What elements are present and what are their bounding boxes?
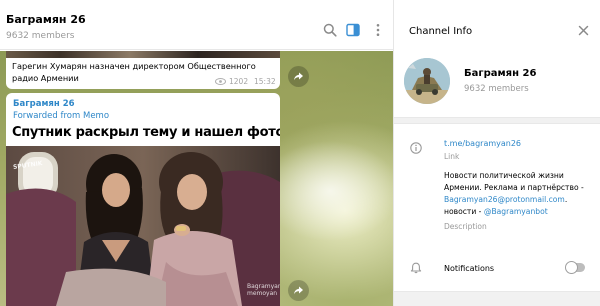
description-text: Новости политической жизни Армении. Рекл… bbox=[444, 171, 584, 192]
channel-link[interactable]: t.me/bagramyan26 bbox=[444, 139, 521, 148]
telegram-window: Баграмян 26 9632 members Гарегин Хумарян… bbox=[0, 0, 600, 306]
panel-title: Channel Info bbox=[409, 26, 473, 37]
section-divider bbox=[394, 117, 600, 124]
bell-icon bbox=[410, 262, 422, 274]
share-icon bbox=[294, 72, 303, 81]
channel-name: Баграмян 26 bbox=[464, 68, 537, 79]
share-button[interactable] bbox=[288, 280, 309, 301]
notifications-label: Notifications bbox=[444, 264, 495, 273]
message-time: 15:32 bbox=[254, 77, 276, 86]
link-label: Link bbox=[444, 152, 460, 161]
message-photo[interactable]: Спутник раскрыл тему и нашел фото SPUTNI… bbox=[6, 122, 280, 306]
share-button[interactable] bbox=[288, 66, 309, 87]
description-email-link[interactable]: Bagramyan26@protonmail.com bbox=[444, 195, 565, 204]
toggle-knob bbox=[565, 261, 578, 274]
close-icon[interactable] bbox=[578, 25, 589, 36]
more-vertical-icon[interactable] bbox=[371, 23, 385, 37]
notifications-toggle[interactable] bbox=[565, 261, 585, 274]
search-icon[interactable] bbox=[323, 23, 337, 37]
channel-member-count: 9632 members bbox=[464, 84, 529, 94]
info-icon bbox=[410, 142, 422, 154]
description-label: Description bbox=[444, 222, 487, 231]
description-bot-link[interactable]: @Bagramyanbot bbox=[484, 207, 548, 216]
message-photo-crop bbox=[6, 51, 280, 58]
photo-headline: Спутник раскрыл тему и нашел фото bbox=[12, 125, 280, 140]
views-eye-icon bbox=[215, 78, 226, 85]
section-divider bbox=[394, 291, 600, 306]
chat-title[interactable]: Баграмян 26 bbox=[6, 13, 86, 26]
photo-illustration bbox=[6, 122, 280, 306]
channel-description: Новости политической жизни Армении. Рекл… bbox=[444, 170, 594, 218]
avatar-image bbox=[404, 58, 450, 104]
share-icon bbox=[294, 286, 303, 295]
message-views: 1202 bbox=[229, 77, 249, 86]
channel-avatar[interactable] bbox=[404, 58, 450, 104]
photo-watermark: Bagramyan26 memoyan bbox=[247, 283, 280, 297]
chat-member-count: 9632 members bbox=[6, 31, 75, 41]
chat-header[interactable]: Баграмян 26 9632 members bbox=[0, 0, 393, 50]
sidebar-toggle-icon[interactable] bbox=[346, 23, 360, 37]
chat-area: Баграмян 26 9632 members Гарегин Хумарян… bbox=[0, 0, 393, 306]
channel-info-panel: Channel Info Баграмян 26 9632 members t.… bbox=[393, 0, 600, 306]
message-author[interactable]: Баграмян 26 bbox=[13, 99, 75, 109]
forwarded-from-label[interactable]: Forwarded from Memo bbox=[13, 111, 109, 121]
